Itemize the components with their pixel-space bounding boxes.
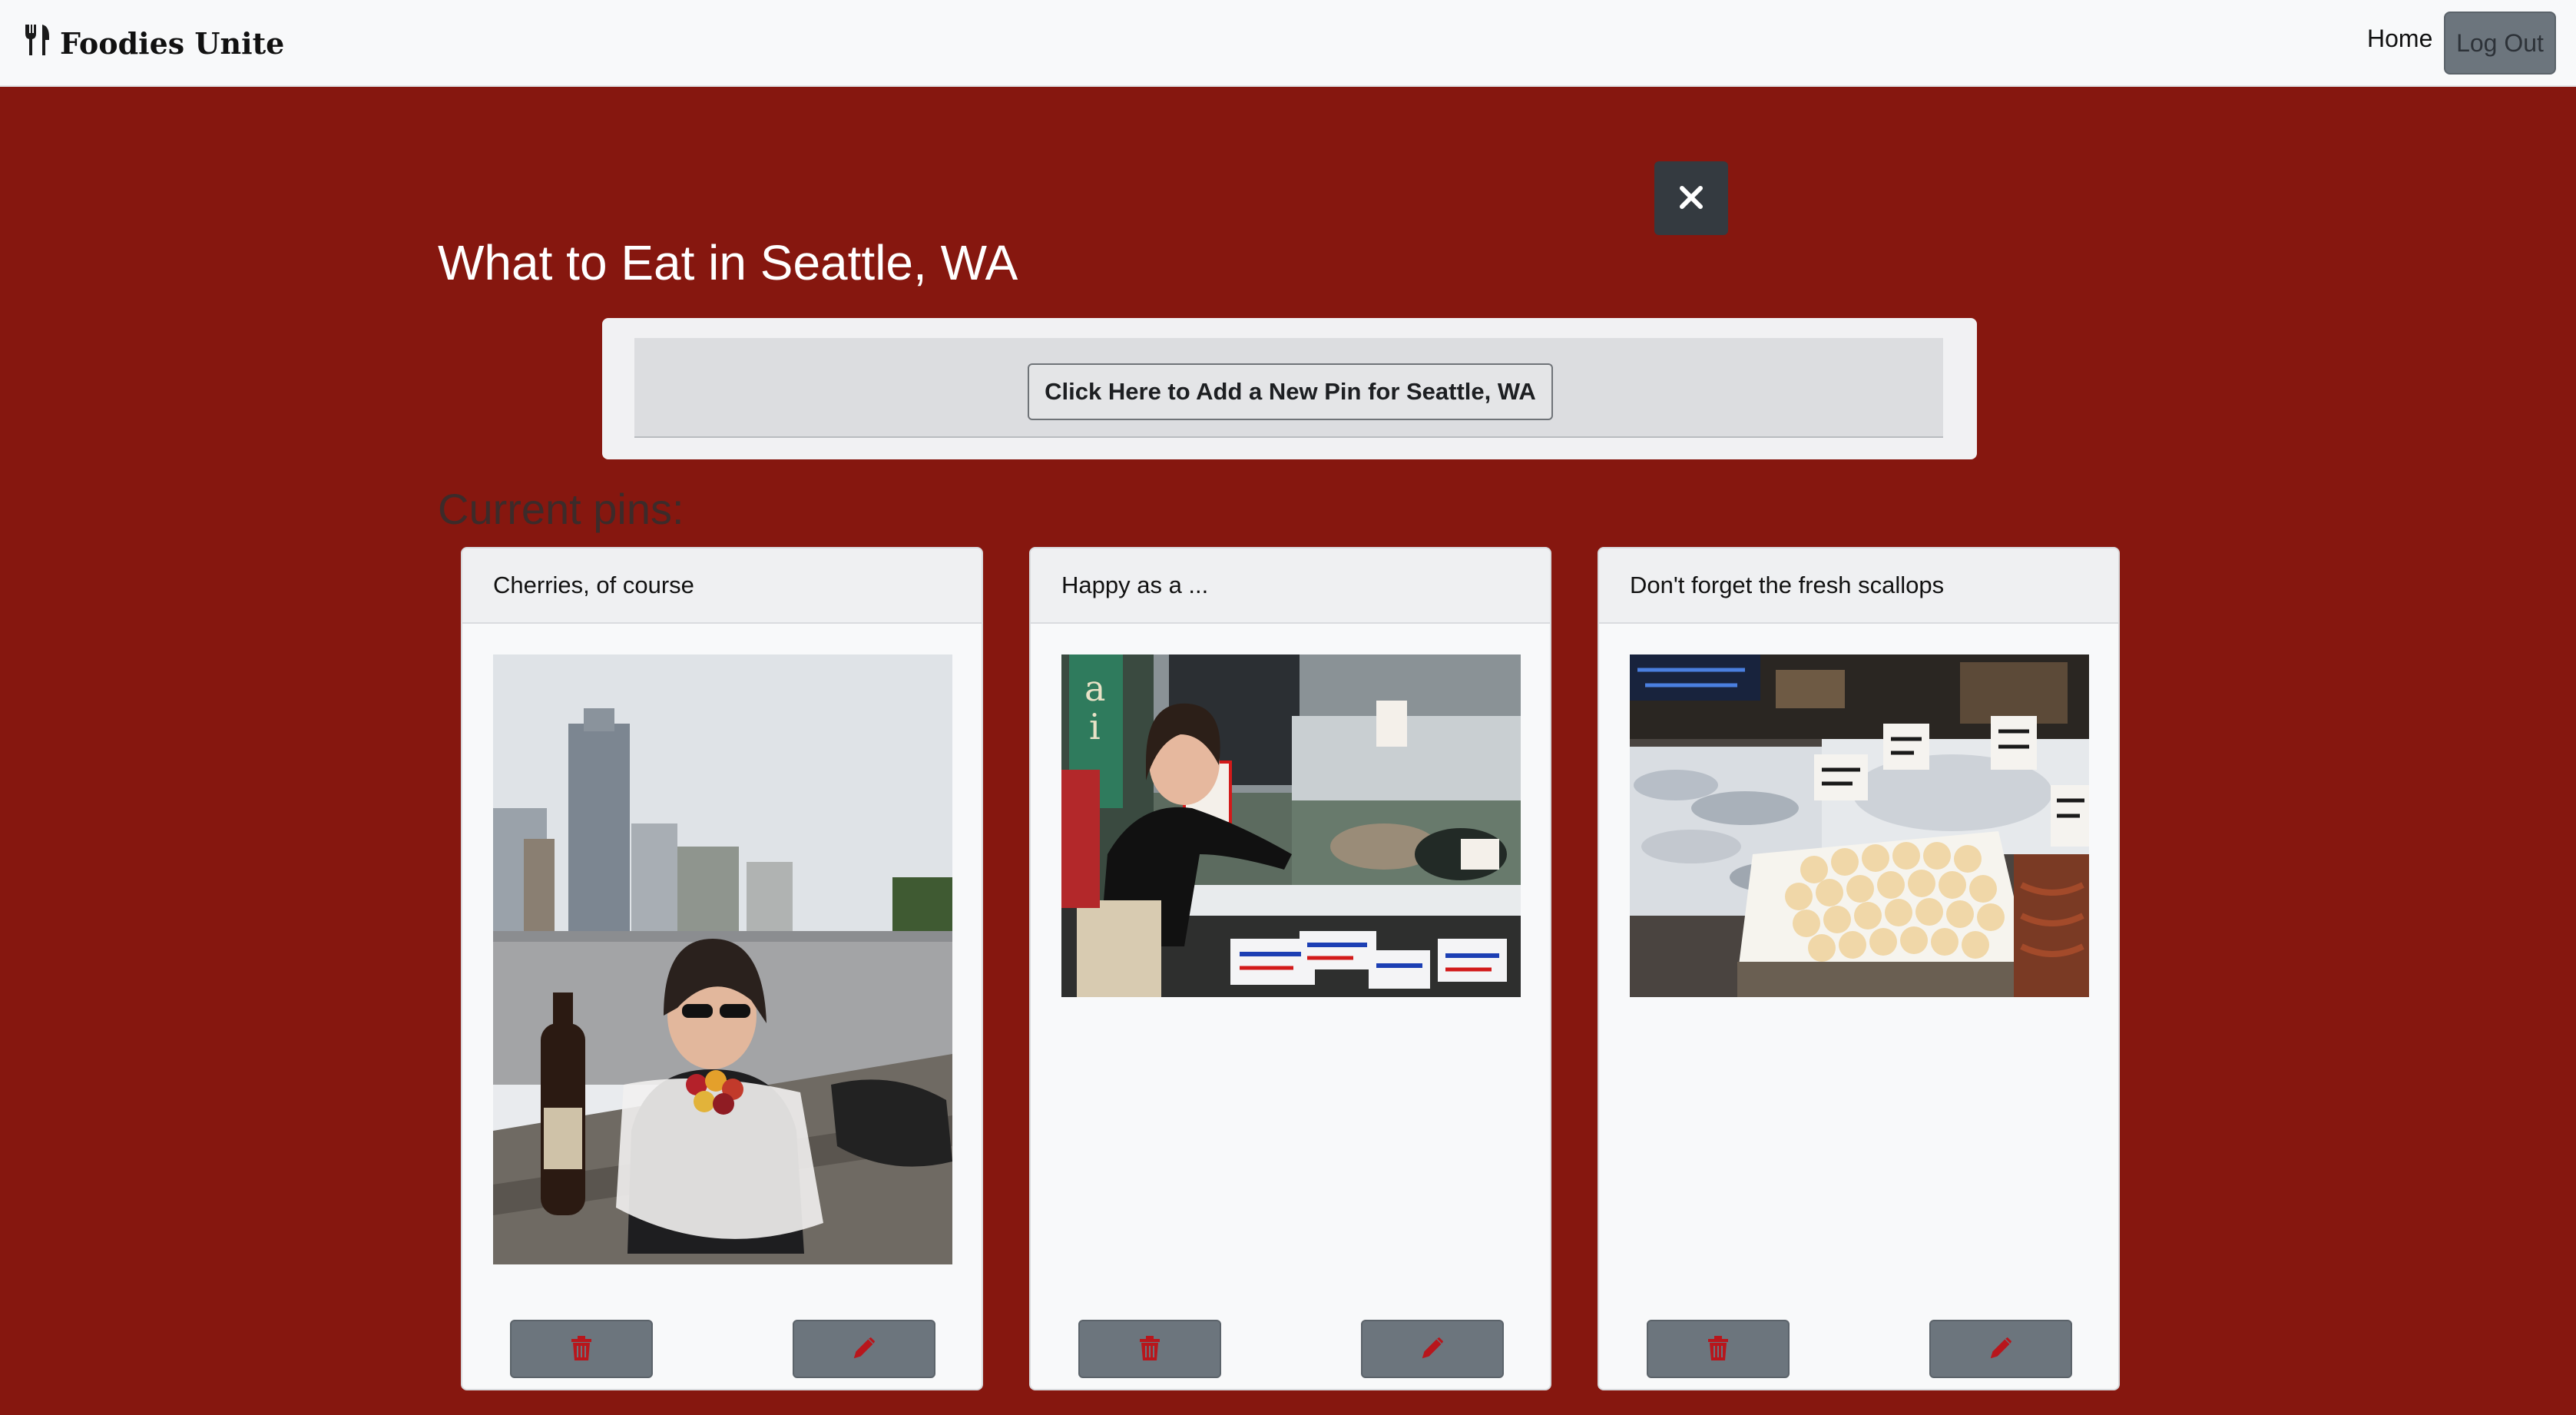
svg-text:i: i xyxy=(1089,706,1101,747)
pin-card-title: Don't forget the fresh scallops xyxy=(1599,548,2118,624)
nav-home-link[interactable]: Home xyxy=(2367,25,2432,53)
svg-text:a: a xyxy=(1084,668,1105,709)
close-button[interactable] xyxy=(1654,161,1728,235)
brand-name: Foodies Unite xyxy=(60,25,285,61)
trash-icon xyxy=(1707,1335,1730,1364)
trash-icon xyxy=(570,1335,593,1364)
pencil-icon xyxy=(853,1335,876,1364)
pin-photo[interactable] xyxy=(1630,654,2089,997)
pencil-icon xyxy=(1989,1335,2012,1364)
top-navbar: Foodies Unite Home Log Out xyxy=(0,0,2576,87)
current-pins-heading: Current pins: xyxy=(438,485,684,533)
pin-photo[interactable] xyxy=(493,654,952,1264)
pin-card: Cherries, of course xyxy=(461,547,983,1390)
delete-pin-button[interactable] xyxy=(510,1320,653,1378)
utensils-icon xyxy=(23,23,52,64)
trash-icon xyxy=(1138,1335,1161,1364)
page-title: What to Eat in Seattle, WA xyxy=(438,235,1018,290)
pin-photo[interactable]: a i xyxy=(1061,654,1521,997)
pin-card-title: Happy as a ... xyxy=(1031,548,1550,624)
pin-card: Don't forget the fresh scallops xyxy=(1598,547,2120,1390)
add-pin-button[interactable]: Click Here to Add a New Pin for Seattle,… xyxy=(1028,363,1553,420)
pencil-icon xyxy=(1421,1335,1444,1364)
brand-link[interactable]: Foodies Unite xyxy=(23,23,284,63)
close-icon xyxy=(1678,184,1704,213)
edit-pin-button[interactable] xyxy=(793,1320,935,1378)
logout-button[interactable]: Log Out xyxy=(2444,12,2556,75)
edit-pin-button[interactable] xyxy=(1929,1320,2072,1378)
pin-card: Happy as a ... a i xyxy=(1029,547,1551,1390)
delete-pin-button[interactable] xyxy=(1647,1320,1790,1378)
edit-pin-button[interactable] xyxy=(1361,1320,1504,1378)
delete-pin-button[interactable] xyxy=(1078,1320,1221,1378)
pin-card-title: Cherries, of course xyxy=(462,548,982,624)
